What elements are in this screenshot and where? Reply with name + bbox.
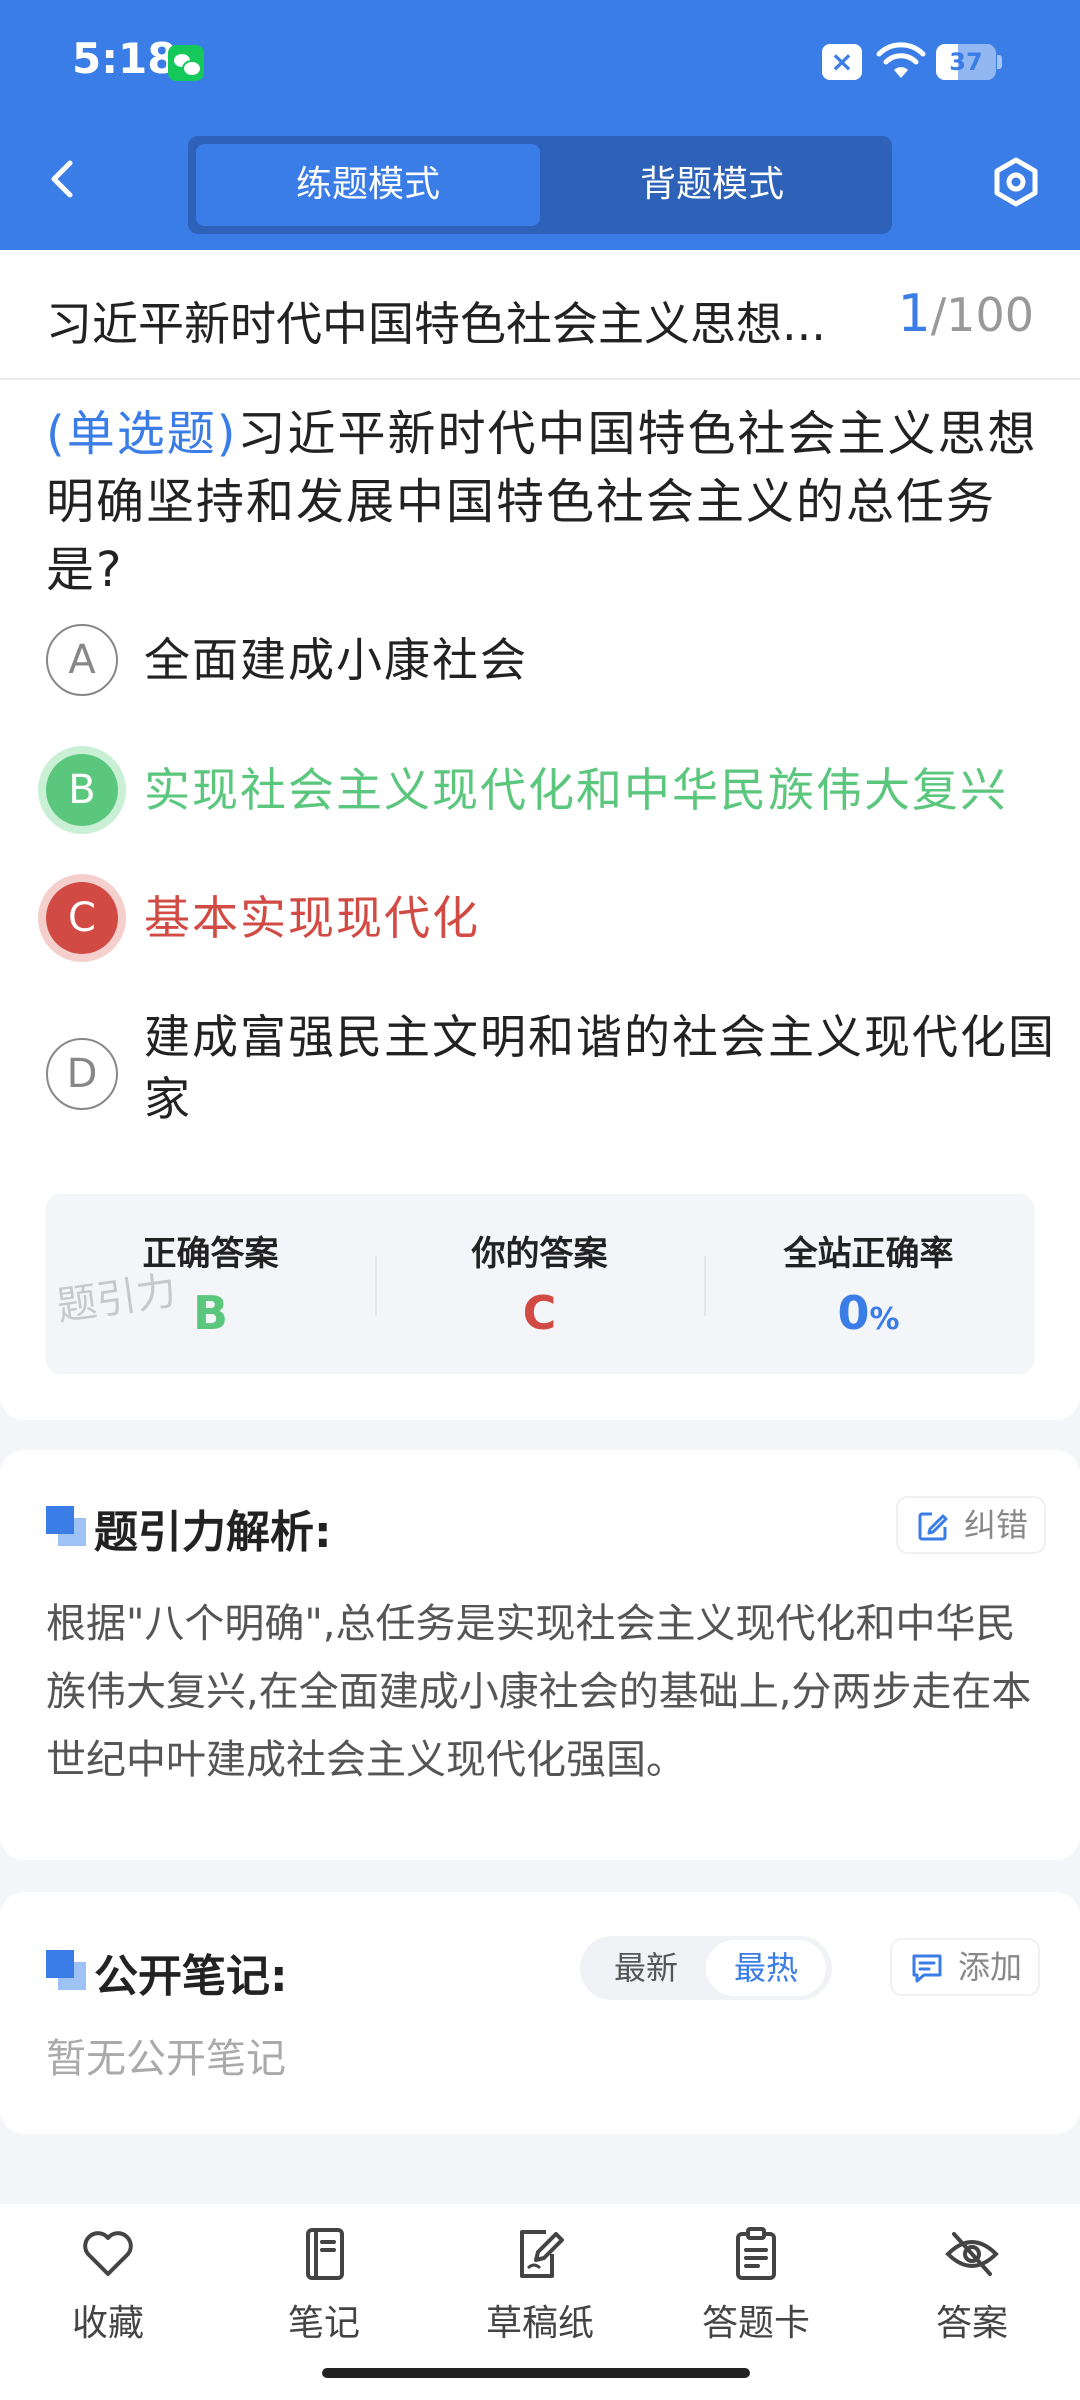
section-icon <box>46 1950 86 1990</box>
battery-level: 37 <box>949 48 983 76</box>
answer-sheet-icon <box>736 2227 776 2280</box>
tab-label: 笔记 <box>287 2303 360 2344</box>
analysis-title: 题引力解析: <box>94 1507 332 1558</box>
divider <box>0 378 1080 380</box>
tab-memorize-mode[interactable]: 背题模式 <box>540 144 884 226</box>
tab-answer-sheet[interactable]: 答题卡 <box>648 2224 864 2346</box>
sort-newest[interactable]: 最新 <box>586 1940 706 1996</box>
section-icon <box>46 1506 86 1546</box>
eye-off-icon <box>945 2232 999 2276</box>
tab-favorite[interactable]: 收藏 <box>0 2224 216 2346</box>
answer-summary: 正确答案 B 你的答案 C 全站正确率 0% 题引力 <box>46 1194 1034 1374</box>
tab-label: 答案 <box>935 2303 1008 2344</box>
analysis-text: 根据"八个明确",总任务是实现社会主义现代化和中华民族伟大复兴,在全面建成小康社… <box>46 1601 1032 1783</box>
notes-empty-text: 暂无公开笔记 <box>46 2036 286 2082</box>
settings-icon[interactable] <box>990 156 1042 208</box>
status-bar: 5:18 × 37 <box>0 0 1080 126</box>
option-text: 基本实现现代化 <box>144 891 480 945</box>
back-arrow-icon[interactable] <box>40 155 88 203</box>
comment-icon <box>912 1954 942 1983</box>
option-letter: C <box>46 882 118 954</box>
report-error-button[interactable]: 纠错 <box>896 1496 1047 1554</box>
tab-label: 答题卡 <box>701 2303 810 2344</box>
status-time: 5:18 <box>72 34 177 83</box>
home-indicator[interactable] <box>322 2368 750 2378</box>
sort-hottest[interactable]: 最热 <box>706 1940 826 1996</box>
option-letter: D <box>46 1038 118 1110</box>
battery-icon: 37 <box>936 44 1002 80</box>
tab-label: 草稿纸 <box>485 2303 594 2344</box>
option-text: 建成富强民主文明和谐的社会主义现代化国家 <box>144 1010 1056 1126</box>
tab-draft[interactable]: 草稿纸 <box>432 2224 648 2346</box>
option-text: 实现社会主义现代化和中华民族伟大复兴 <box>144 763 1008 817</box>
option-letter: A <box>46 624 118 696</box>
no-sim-icon: × <box>822 44 862 80</box>
your-answer-column: 你的答案 C <box>375 1194 704 1374</box>
add-note-label: 添加 <box>958 1948 1023 1986</box>
notebook-icon <box>306 2228 344 2280</box>
tab-answer[interactable]: 答案 <box>864 2224 1080 2346</box>
notes-title: 公开笔记: <box>94 1951 288 2002</box>
current-question-number: 1 <box>897 284 931 344</box>
your-answer-label: 你的答案 <box>471 1234 608 1274</box>
report-error-label: 纠错 <box>964 1506 1029 1544</box>
question-set-title: 习近平新时代中国特色社会主义思想... <box>46 297 826 351</box>
accuracy-column: 全站正确率 0% <box>704 1194 1033 1374</box>
accuracy-unit: % <box>869 1302 900 1337</box>
notes-card <box>0 1892 1080 2134</box>
wifi-icon <box>876 42 926 78</box>
tab-notes[interactable]: 笔记 <box>216 2224 432 2346</box>
header: 5:18 × 37 练题模式 背题模式 <box>0 0 1080 250</box>
accuracy-label: 全站正确率 <box>783 1234 954 1274</box>
mode-toggle: 练题模式 背题模式 <box>188 136 892 234</box>
question-text: (单选题)习近平新时代中国特色社会主义思想明确坚持和发展中国特色社会主义的总任务… <box>46 400 1046 604</box>
total-questions: /100 <box>930 288 1034 342</box>
option-letter: B <box>46 754 118 826</box>
accuracy-value: 0% <box>704 1286 1033 1340</box>
edit-icon <box>918 1512 948 1541</box>
accuracy-number: 0 <box>837 1286 870 1340</box>
heart-icon <box>83 2231 133 2276</box>
notes-sort-toggle: 最新 最热 <box>580 1936 832 2000</box>
your-answer-value: C <box>522 1286 557 1340</box>
add-note-button[interactable]: 添加 <box>890 1938 1041 1996</box>
wechat-icon <box>168 45 204 81</box>
option-text: 全面建成小康社会 <box>144 633 528 687</box>
draft-paper-icon <box>520 2230 564 2278</box>
question-counter: 1/100 <box>898 284 1034 344</box>
tab-label: 收藏 <box>71 2303 144 2344</box>
tab-practice-mode[interactable]: 练题模式 <box>196 144 540 226</box>
question-type: (单选题) <box>46 406 238 462</box>
